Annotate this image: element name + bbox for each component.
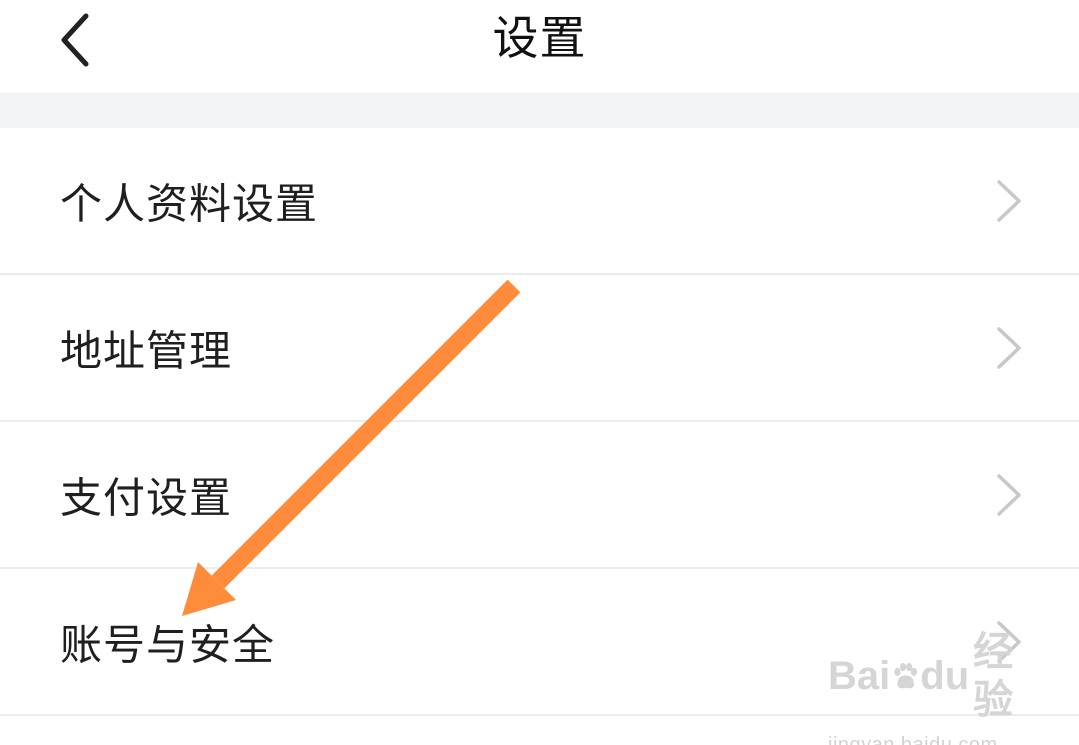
chevron-right-icon [997, 473, 1021, 516]
chevron-right-icon [997, 620, 1021, 663]
settings-item-label: 地址管理 [60, 326, 233, 375]
chevron-right-icon [997, 326, 1021, 369]
watermark-url: jingyan.baidu.com [828, 734, 998, 745]
settings-item-address[interactable]: 地址管理 [0, 275, 1079, 422]
nav-bar: 设置 [0, 0, 1079, 93]
page-title: 设置 [492, 11, 587, 65]
section-gap [0, 93, 1079, 128]
settings-item-label: 个人资料设置 [60, 179, 319, 228]
settings-screen: 设置 个人资料设置 地址管理 支付设置 账号与安全 Bai du 经验 jing… [0, 0, 1079, 745]
settings-item-payment[interactable]: 支付设置 [0, 422, 1079, 569]
settings-item-label: 支付设置 [60, 473, 233, 522]
settings-item-label: 账号与安全 [60, 620, 276, 669]
chevron-right-icon [997, 179, 1021, 222]
settings-item-profile[interactable]: 个人资料设置 [0, 128, 1079, 275]
settings-item-account-security[interactable]: 账号与安全 [0, 569, 1079, 716]
settings-list: 个人资料设置 地址管理 支付设置 账号与安全 [0, 128, 1079, 716]
